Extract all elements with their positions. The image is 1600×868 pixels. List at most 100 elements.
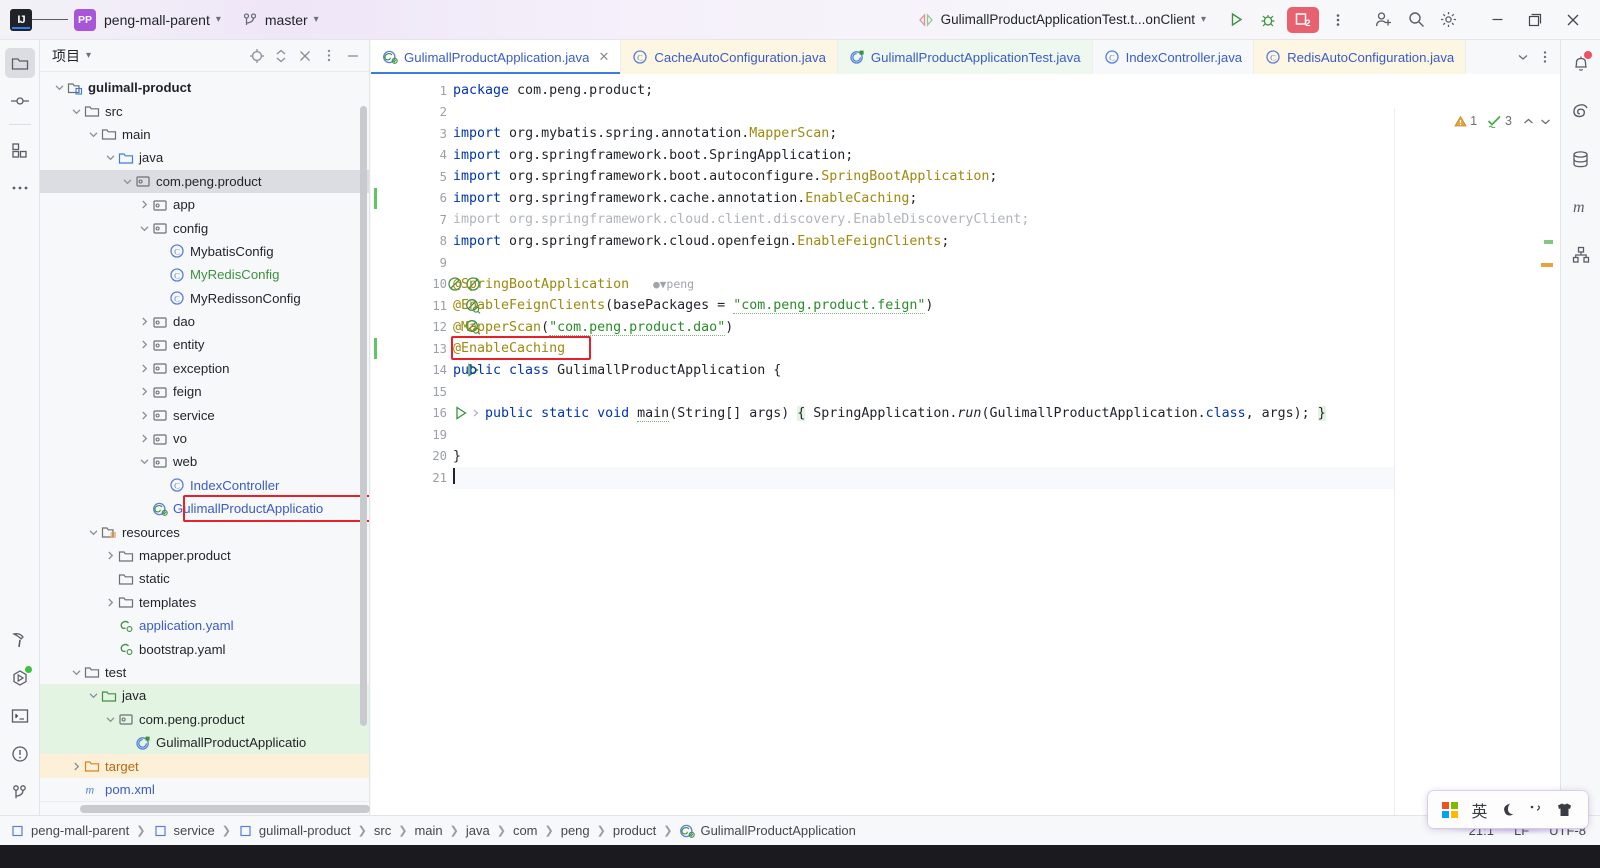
disclosure-right-icon[interactable] (137, 364, 151, 373)
chevron-down-icon[interactable] (1539, 115, 1552, 128)
tree-item-test[interactable]: test (40, 661, 369, 684)
disclosure-right-icon[interactable] (103, 598, 117, 607)
disclosure-down-icon[interactable] (103, 715, 117, 724)
hscroll-thumb[interactable] (80, 805, 370, 813)
gutter-line-1[interactable]: 1 (371, 80, 451, 102)
project-badge[interactable]: PP (74, 8, 96, 31)
disclosure-right-icon[interactable] (137, 200, 151, 209)
code-editor[interactable]: 1 2 3 4 5 6 7 8 9 10 11 12 13 14 15 16 19 20 21 package co… (371, 74, 1560, 849)
chevron-down-icon[interactable]: ▾ (86, 50, 91, 61)
tree-item-src[interactable]: src (40, 99, 369, 122)
gutter-line-19[interactable]: 19 (371, 424, 451, 446)
tree-item-feign[interactable]: feign (40, 380, 369, 403)
disclosure-down-icon[interactable] (120, 177, 134, 186)
minimize-icon[interactable] (1478, 0, 1516, 40)
disclosure-right-icon[interactable] (137, 387, 151, 396)
tree-item-target[interactable]: target (40, 754, 369, 778)
tree-item-java[interactable]: java (40, 146, 369, 169)
tree-item-entity[interactable]: entity (40, 333, 369, 356)
services-badge-button[interactable]: 2 (1287, 6, 1319, 33)
tree-item-mybatisconfig[interactable]: C MybatisConfig (40, 240, 369, 263)
sidebar-item-more[interactable] (5, 173, 35, 203)
tree-item-gulimallproductapplicatio[interactable]: GulimallProductApplicatio (40, 497, 369, 520)
breadcrumb-item-com[interactable]: com (513, 823, 538, 838)
more-vertical-icon[interactable] (1322, 4, 1354, 36)
gutter-line-8[interactable]: 8 (371, 231, 451, 253)
moon-icon[interactable] (1500, 802, 1515, 818)
sidebar-item-terminal[interactable] (5, 701, 35, 731)
expand-collapse-icon[interactable] (269, 44, 293, 68)
tree-item-main[interactable]: main (40, 123, 369, 146)
run-icon[interactable] (1220, 4, 1252, 36)
close-icon[interactable] (1554, 0, 1592, 40)
spring-spiral-icon[interactable] (1566, 96, 1596, 126)
disclosure-down-icon[interactable] (137, 457, 151, 466)
editor-tab-gulimallproductapplicationtest[interactable]: GulimallProductApplicationTest.java (837, 40, 1093, 74)
breadcrumb-item-gulimallproductapplication[interactable]: GulimallProductApplication (679, 823, 856, 839)
editor-tab-gulimallproductapplication[interactable]: GulimallProductApplication.java ✕ (371, 40, 622, 74)
editor-tab-cacheautoconfiguration[interactable]: C CacheAutoConfiguration.java (621, 40, 838, 74)
disclosure-down-icon[interactable] (86, 528, 100, 537)
breadcrumb-item-product[interactable]: product (613, 823, 656, 838)
search-icon[interactable] (1400, 4, 1432, 36)
tree-item-gulimallproductapplicatio[interactable]: GulimallProductApplicatio (40, 730, 369, 755)
gutter-line-12[interactable]: 12 (371, 317, 481, 339)
warning-count-indicator[interactable]: 1 (1454, 114, 1477, 128)
tree-item-application-yaml[interactable]: application.yaml (40, 614, 369, 637)
branch-selector[interactable]: master ▾ (243, 12, 319, 28)
tab-options-more-vertical-icon[interactable] (1534, 40, 1556, 74)
gear-icon[interactable] (1432, 4, 1464, 36)
gutter-line-13[interactable]: 13 (371, 338, 451, 360)
debug-icon[interactable] (1252, 4, 1284, 36)
sidebar-item-problems[interactable] (5, 739, 35, 769)
gutter-line-4[interactable]: 4 (371, 145, 451, 167)
tshirt-icon[interactable] (1556, 802, 1573, 818)
project-panel-hscrollbar[interactable] (40, 801, 370, 815)
inspection-marker-warning[interactable] (1541, 263, 1553, 267)
hierarchy-icon[interactable] (1566, 240, 1596, 270)
tree-item-mapper-product[interactable]: mapper.product (40, 544, 369, 567)
gutter-line-20[interactable]: 20 (371, 446, 451, 468)
maximize-icon[interactable] (1516, 0, 1554, 40)
intellij-idea-logo[interactable]: IJ (10, 8, 32, 31)
hide-panel-icon[interactable] (341, 44, 365, 68)
punctuation-icon[interactable] (1528, 802, 1543, 818)
tree-item-java[interactable]: java (40, 684, 369, 708)
breadcrumb-item-service[interactable]: service (153, 823, 215, 839)
tree-item-static[interactable]: static (40, 567, 369, 590)
vscroll-thumb[interactable] (360, 106, 367, 726)
breadcrumb[interactable]: peng-mall-parent ❯ service ❯ gulimall-produc… (0, 823, 856, 839)
chevron-up-icon[interactable] (1522, 115, 1535, 128)
vcs-change-marker[interactable] (374, 187, 377, 209)
add-user-icon[interactable] (1368, 4, 1400, 36)
tree-item-myredisconfig[interactable]: C MyRedisConfig (40, 263, 369, 286)
disclosure-right-icon[interactable] (137, 317, 151, 326)
tree-item-gulimall-product[interactable]: gulimall-product (40, 76, 369, 99)
disclosure-down-icon[interactable] (69, 107, 83, 116)
tree-item-com-peng-product[interactable]: com.peng.product (40, 169, 369, 193)
editor-gutter[interactable]: 1 2 3 4 5 6 7 8 9 10 11 12 13 14 15 16 19 20 21 (371, 74, 481, 815)
tree-item-dao[interactable]: dao (40, 310, 369, 333)
tree-item-service[interactable]: service (40, 403, 369, 426)
tab-overflow-chevron-down-icon[interactable] (1512, 40, 1534, 74)
gutter-line-15[interactable]: 15 (371, 381, 451, 403)
gutter-line-5[interactable]: 5 (371, 166, 451, 188)
breadcrumb-item-peng-mall-parent[interactable]: peng-mall-parent (10, 823, 129, 839)
disclosure-down-icon[interactable] (137, 224, 151, 233)
tree-item-com-peng-product[interactable]: com.peng.product (40, 707, 369, 731)
disclosure-down-icon[interactable] (86, 130, 100, 139)
disclosure-down-icon[interactable] (103, 153, 117, 162)
tree-item-exception[interactable]: exception (40, 357, 369, 380)
tree-item-myredissonconfig[interactable]: C MyRedissonConfig (40, 287, 369, 310)
sidebar-item-bookmarks[interactable] (5, 135, 35, 165)
disclosure-down-icon[interactable] (69, 668, 83, 677)
maven-m-icon[interactable]: m (1566, 192, 1596, 222)
gutter-line-14[interactable]: 14 (371, 360, 479, 382)
tree-item-indexcontroller[interactable]: C IndexController (40, 474, 369, 497)
hamburger-menu-icon[interactable] (32, 0, 68, 40)
tree-item-bootstrap-yaml[interactable]: bootstrap.yaml (40, 637, 369, 660)
collapse-all-icon[interactable] (293, 44, 317, 68)
tree-item-pom-xml[interactable]: m pom.xml (40, 778, 369, 801)
breadcrumb-item-java[interactable]: java (466, 823, 490, 838)
sidebar-item-commit[interactable] (5, 86, 35, 116)
